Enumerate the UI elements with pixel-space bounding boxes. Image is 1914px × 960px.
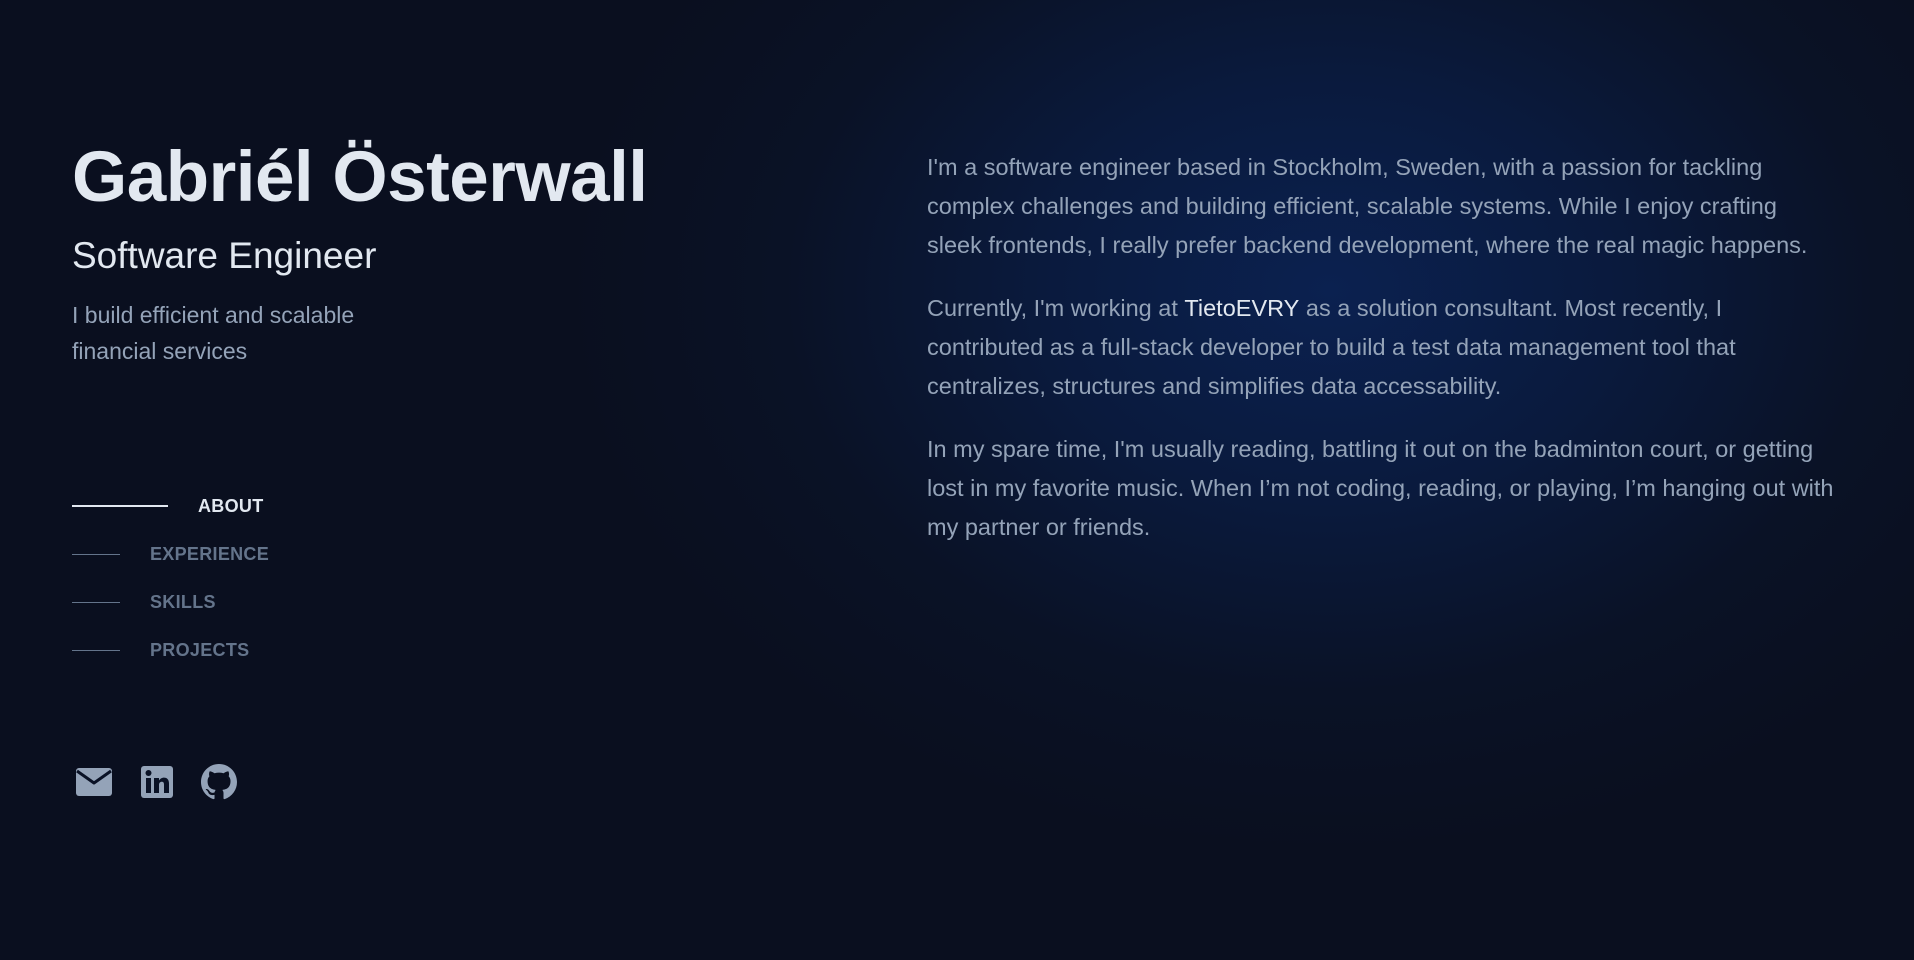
job-title: Software Engineer [72, 234, 377, 276]
mail-link[interactable] [75, 767, 113, 797]
company-link[interactable]: TietoEVRY [1184, 295, 1299, 321]
nav-indicator-line [72, 649, 120, 651]
linkedin-link[interactable] [141, 766, 173, 798]
nav-item-label: ABOUT [198, 495, 264, 516]
about-section: I'm a software engineer based in Stockho… [927, 148, 1837, 571]
nav-indicator-line [72, 505, 168, 507]
nav-item-about[interactable]: ABOUT [72, 482, 269, 530]
nav-item-skills[interactable]: SKILLS [72, 578, 269, 626]
nav-item-projects[interactable]: PROJECTS [72, 626, 269, 674]
linkedin-icon [141, 766, 173, 798]
page-title: Gabriél Österwall [72, 138, 648, 217]
about-paragraph-intro: I'm a software engineer based in Stockho… [927, 154, 1808, 258]
nav-item-label: SKILLS [150, 591, 216, 612]
section-nav: ABOUT EXPERIENCE SKILLS PROJECTS [72, 482, 269, 674]
social-links [75, 764, 265, 800]
nav-item-label: EXPERIENCE [150, 543, 270, 564]
mail-icon [76, 768, 112, 796]
header: Gabriél Österwall Software Engineer I bu… [72, 138, 752, 369]
about-text: Currently, I'm working at [927, 295, 1185, 321]
nav-indicator-line [72, 553, 120, 555]
github-link[interactable] [201, 764, 237, 800]
tagline: I build efficient and scalable financial… [72, 302, 355, 365]
nav-indicator-line [72, 601, 120, 603]
nav-item-label: PROJECTS [150, 639, 250, 660]
about-paragraph-hobbies: In my spare time, I'm usually reading, b… [927, 436, 1834, 540]
nav-item-experience[interactable]: EXPERIENCE [72, 530, 269, 578]
github-icon [201, 764, 237, 800]
about-paragraph-work: Currently, I'm working at TietoEVRY as a… [927, 289, 1837, 406]
